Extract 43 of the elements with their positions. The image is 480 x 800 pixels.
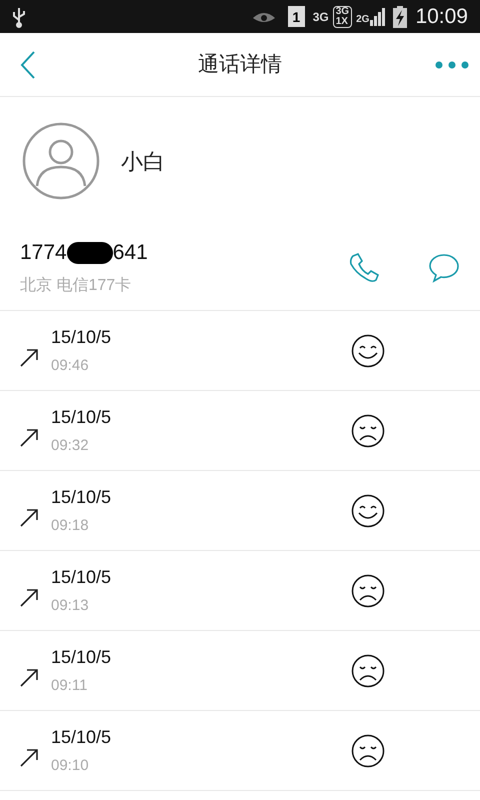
sad-face-icon xyxy=(351,574,385,608)
call-date: 15/10/5 xyxy=(51,406,112,429)
back-icon xyxy=(19,50,37,78)
call-date: 15/10/5 xyxy=(51,646,112,669)
dual-signal-indicator: 3G 1X xyxy=(332,6,352,28)
redaction-mark xyxy=(66,242,113,264)
outgoing-arrow-icon xyxy=(20,668,38,686)
chat-bubble-icon xyxy=(428,252,460,282)
call-date: 15/10/5 xyxy=(51,326,112,349)
call-time: 09:32 xyxy=(51,436,90,456)
outgoing-arrow-icon xyxy=(20,588,38,606)
smiling-face-icon xyxy=(351,494,385,528)
usb-icon xyxy=(12,6,26,28)
sad-face-icon xyxy=(351,654,385,688)
status-time: 10:09 xyxy=(415,4,468,30)
call-time: 09:10 xyxy=(51,756,90,776)
sad-face-icon xyxy=(351,414,385,448)
network-type-label: 2G xyxy=(356,13,370,27)
call-time: 09:13 xyxy=(51,596,90,616)
call-time: 09:18 xyxy=(51,516,90,536)
outgoing-arrow-icon xyxy=(20,428,38,446)
more-icon xyxy=(435,60,469,68)
number-location: 北京 电信177卡 xyxy=(20,276,132,296)
outgoing-arrow-icon xyxy=(20,748,38,766)
page-title: 通话详情 xyxy=(198,52,282,78)
signal-icon xyxy=(369,8,386,26)
call-time: 09:11 xyxy=(51,676,88,696)
phone-number: 641 xyxy=(112,240,148,266)
contact-name: 小白 xyxy=(121,148,165,176)
outgoing-arrow-icon xyxy=(20,508,38,526)
smiling-face-icon xyxy=(351,334,385,368)
phone-number: 1774 xyxy=(20,240,67,266)
outgoing-arrow-icon xyxy=(20,348,38,366)
call-date: 15/10/5 xyxy=(51,486,112,509)
sim-card-icon: 1 xyxy=(288,6,305,27)
battery-charging-icon xyxy=(393,6,408,28)
sad-face-icon xyxy=(351,734,385,768)
phone-icon xyxy=(348,252,380,284)
call-date: 15/10/5 xyxy=(51,566,112,589)
avatar-icon xyxy=(22,122,100,200)
call-time: 09:46 xyxy=(51,356,90,376)
network-type-label: 3G xyxy=(312,10,329,22)
call-date: 15/10/5 xyxy=(51,726,112,749)
